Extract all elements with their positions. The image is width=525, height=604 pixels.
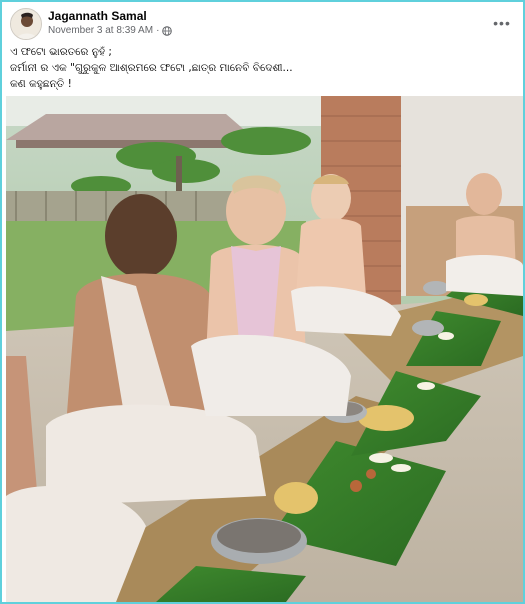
avatar[interactable] bbox=[10, 8, 42, 40]
post-header: Jagannath Samal November 3 at 8:39 AM · … bbox=[8, 8, 517, 40]
caption-line: ଜର୍ମାନୀ ର ଏକ "ଗୁରୁକୁଳ ଆଶ୍ରମରେ ଫଟୋ ,ଛାତ୍ର… bbox=[10, 62, 293, 74]
globe-icon bbox=[162, 25, 173, 36]
post-card: Jagannath Samal November 3 at 8:39 AM · … bbox=[0, 0, 525, 604]
caption-line: କଣ କହୁଛନ୍ତି ! bbox=[10, 78, 72, 90]
more-options-button[interactable]: ••• bbox=[491, 12, 513, 34]
caption-line: ଏ ଫଟୋ ଭାରତରେ ନୁହଁ ; bbox=[10, 46, 112, 58]
post-photo[interactable] bbox=[6, 96, 523, 602]
author-name[interactable]: Jagannath Samal bbox=[48, 9, 147, 23]
more-horizontal-icon: ••• bbox=[493, 15, 511, 31]
post-timestamp[interactable]: November 3 at 8:39 AM bbox=[48, 25, 153, 36]
post-meta: November 3 at 8:39 AM · bbox=[48, 25, 173, 36]
meta-separator: · bbox=[156, 25, 160, 36]
post-caption: ଏ ଫଟୋ ଭାରତରେ ନୁହଁ ; ଜର୍ମାନୀ ର ଏକ "ଗୁରୁକୁ… bbox=[10, 44, 515, 92]
